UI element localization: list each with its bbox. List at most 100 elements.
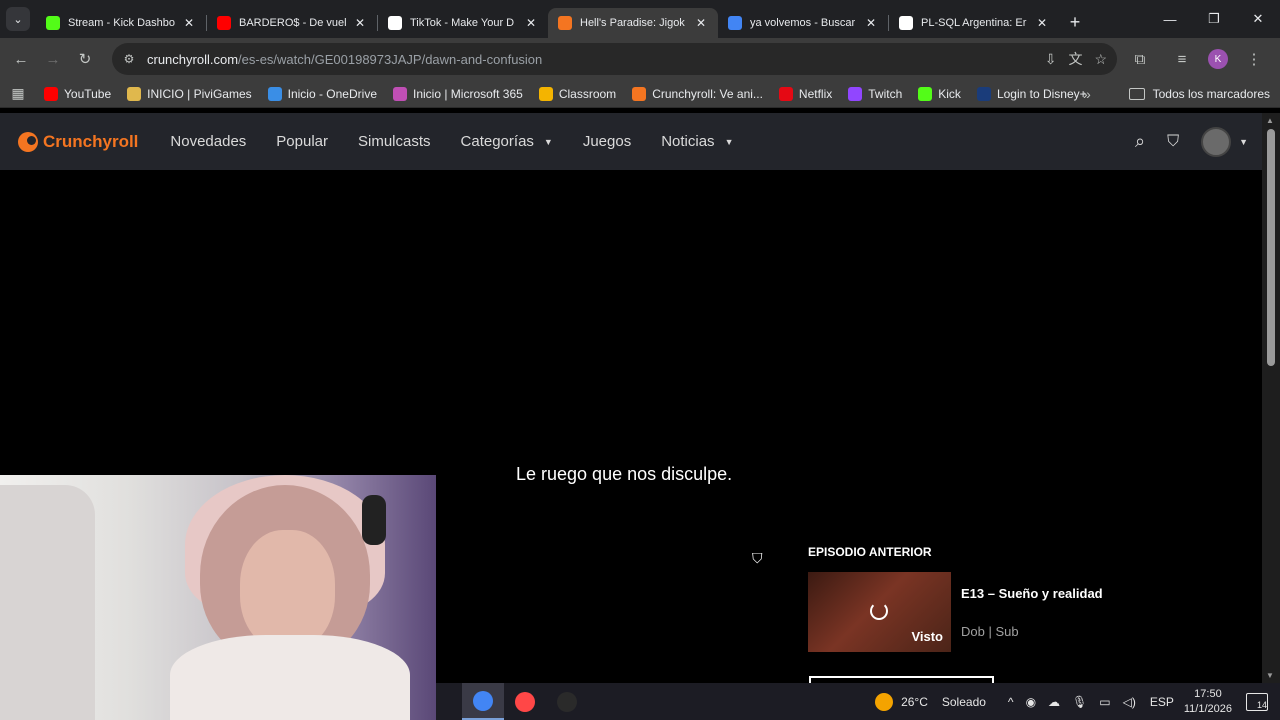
clock[interactable]: 17:50 11/1/2026 [1184, 687, 1232, 717]
apps-grid-icon[interactable]: ▦ [0, 85, 36, 102]
search-icon[interactable]: ⌕ [1135, 131, 1145, 152]
bookmark-label: INICIO | PiviGames [147, 86, 252, 101]
bookmark-item[interactable]: YouTube [36, 82, 119, 106]
nav-item[interactable]: Noticias ▼ [646, 133, 748, 150]
logo-text: Crunchyroll [43, 131, 139, 151]
translate-icon[interactable]: 文 [1068, 49, 1082, 69]
bookmark-item[interactable]: Login to Disney+ [969, 82, 1095, 106]
taskbar-app[interactable] [546, 683, 588, 720]
bookmark-item[interactable]: Inicio | Microsoft 365 [385, 82, 531, 106]
url-path: /es-es/watch/GE00198973JAJP/dawn-and-con… [238, 51, 543, 67]
bookmarks-overflow-icon[interactable]: » [1083, 82, 1091, 106]
taskbar-apps [462, 683, 588, 720]
webcam-overlay [0, 475, 436, 720]
weather-icon[interactable] [875, 692, 894, 711]
install-app-icon[interactable]: ⇩ [1045, 51, 1057, 68]
language-indicator[interactable]: ESP [1150, 695, 1174, 709]
main-nav: Novedades Popular Simulcasts Categorías ▼ Jue… [155, 133, 748, 150]
nav-item-label: Novedades [170, 133, 247, 150]
notifications-icon[interactable]: 14 [1246, 692, 1268, 711]
taskbar-app[interactable] [462, 683, 504, 720]
bookmark-item[interactable]: Twitch [840, 82, 910, 106]
watchlist-icon[interactable]: ⛉ [1167, 133, 1179, 151]
episode-title[interactable]: E13 – Sueño y realidad [961, 586, 1103, 601]
back-button[interactable]: ← [5, 43, 37, 75]
browser-tab[interactable]: PL-SQL Argentina: Er ✕ [889, 8, 1059, 38]
tab-title: TikTok - Make Your D [410, 17, 515, 29]
close-tab-icon[interactable]: ✕ [1035, 16, 1049, 30]
microphone-icon[interactable]: 🎙︎ [1072, 695, 1087, 709]
toolbar-right: ⧉ ≡ K ⋮ [1124, 43, 1270, 75]
chrome-icon [473, 690, 493, 711]
onedrive-tray-icon[interactable]: ☁ [1048, 695, 1060, 709]
close-tab-icon[interactable]: ✕ [864, 16, 878, 30]
obs-icon [557, 691, 577, 712]
bookmark-label: Crunchyroll: Ve ani... [652, 86, 763, 101]
bookmark-label: Classroom [558, 86, 617, 101]
browser-tab[interactable]: TikTok - Make Your D ✕ [378, 8, 548, 38]
tiktok-icon [388, 16, 402, 30]
nav-item[interactable]: Popular [261, 133, 343, 150]
tab-search-button[interactable]: ⌄ [6, 7, 30, 31]
close-window-button[interactable]: ✕ [1236, 0, 1280, 38]
bookmark-item[interactable]: INICIO | PiviGames [119, 82, 259, 106]
forward-button[interactable]: → [37, 43, 69, 75]
taskbar-app[interactable] [504, 683, 546, 720]
bookmark-star-icon[interactable]: ☆ [1094, 51, 1107, 68]
nav-item-label: Noticias [661, 133, 715, 150]
browser-tab[interactable]: BARDERO$ - De vuel ✕ [207, 8, 377, 38]
profile-avatar[interactable]: K [1208, 49, 1228, 69]
bookmark-item[interactable]: Netflix [771, 82, 840, 106]
episode-meta: Dob | Sub [961, 624, 1019, 639]
url-text[interactable]: crunchyroll.com/es-es/watch/GE00198973JA… [147, 52, 542, 67]
browser-tab[interactable]: Hell's Paradise: Jigok ✕ [548, 8, 718, 38]
bookmark-item[interactable]: Classroom [531, 82, 624, 106]
twitch-icon [848, 86, 863, 101]
webcam-body [170, 635, 410, 720]
tray-app-icon[interactable]: ◉ [1026, 695, 1036, 709]
page-scrollbar[interactable]: ▲ ▼ [1262, 113, 1280, 683]
media-controls-icon[interactable]: ≡ [1166, 43, 1198, 75]
browser-tab[interactable]: Stream - Kick Dashbo ✕ [36, 8, 206, 38]
watched-badge: Visto [911, 629, 943, 644]
volume-icon[interactable]: ◁) [1123, 695, 1136, 709]
nav-item[interactable]: Simulcasts [343, 133, 446, 150]
crunchyroll-logo[interactable]: Crunchyroll [18, 131, 139, 152]
weather-desc[interactable]: Soleado [942, 695, 986, 709]
menu-icon[interactable]: ⋮ [1238, 43, 1270, 75]
tab-title: ya volvemos - Buscar [750, 17, 856, 29]
all-bookmarks-button[interactable]: Todos los marcadores [1128, 82, 1270, 106]
close-tab-icon[interactable]: ✕ [182, 16, 196, 30]
extensions-icon[interactable]: ⧉ [1124, 43, 1156, 75]
reload-button[interactable]: ↻ [69, 43, 101, 75]
restore-button[interactable]: ❐ [1192, 0, 1236, 38]
browser-tab[interactable]: ya volvemos - Buscar ✕ [718, 8, 888, 38]
nav-item[interactable]: Juegos [568, 133, 646, 150]
chevron-down-icon: ▼ [724, 136, 734, 147]
scroll-thumb[interactable] [1267, 129, 1275, 366]
close-tab-icon[interactable]: ✕ [353, 16, 367, 30]
bookmark-icon[interactable]: ⛉ [752, 550, 763, 567]
bookmark-item[interactable]: Inicio - OneDrive [260, 82, 385, 106]
bookmark-item[interactable]: Kick [910, 82, 969, 106]
account-menu[interactable]: ▼ [1201, 126, 1248, 157]
show-hidden-icons[interactable]: ^ [1008, 695, 1014, 709]
weather-temp[interactable]: 26°C [901, 695, 928, 709]
close-tab-icon[interactable]: ✕ [524, 16, 538, 30]
bookmark-item[interactable]: Crunchyroll: Ve ani... [624, 82, 771, 106]
address-bar[interactable]: ⚙ crunchyroll.com/es-es/watch/GE00198973… [112, 43, 1117, 75]
clock-date: 11/1/2026 [1183, 702, 1232, 715]
network-icon[interactable]: ▭ [1099, 695, 1110, 709]
site-settings-icon[interactable]: ⚙ [114, 44, 144, 74]
nav-item[interactable]: Categorías ▼ [446, 133, 568, 150]
onedrive-icon [267, 86, 282, 101]
minimize-button[interactable]: — [1148, 0, 1192, 38]
episode-thumbnail[interactable]: Visto [808, 572, 951, 652]
close-tab-icon[interactable]: ✕ [694, 16, 708, 30]
bookmarks: YouTube INICIO | PiviGames Inicio - OneDri… [36, 82, 1095, 106]
scroll-down-icon[interactable]: ▼ [1266, 671, 1274, 680]
tab-title: PL-SQL Argentina: Er [921, 17, 1027, 29]
nav-item[interactable]: Novedades [155, 133, 261, 150]
new-tab-button[interactable]: + [1063, 10, 1087, 34]
scroll-up-icon[interactable]: ▲ [1266, 116, 1274, 125]
